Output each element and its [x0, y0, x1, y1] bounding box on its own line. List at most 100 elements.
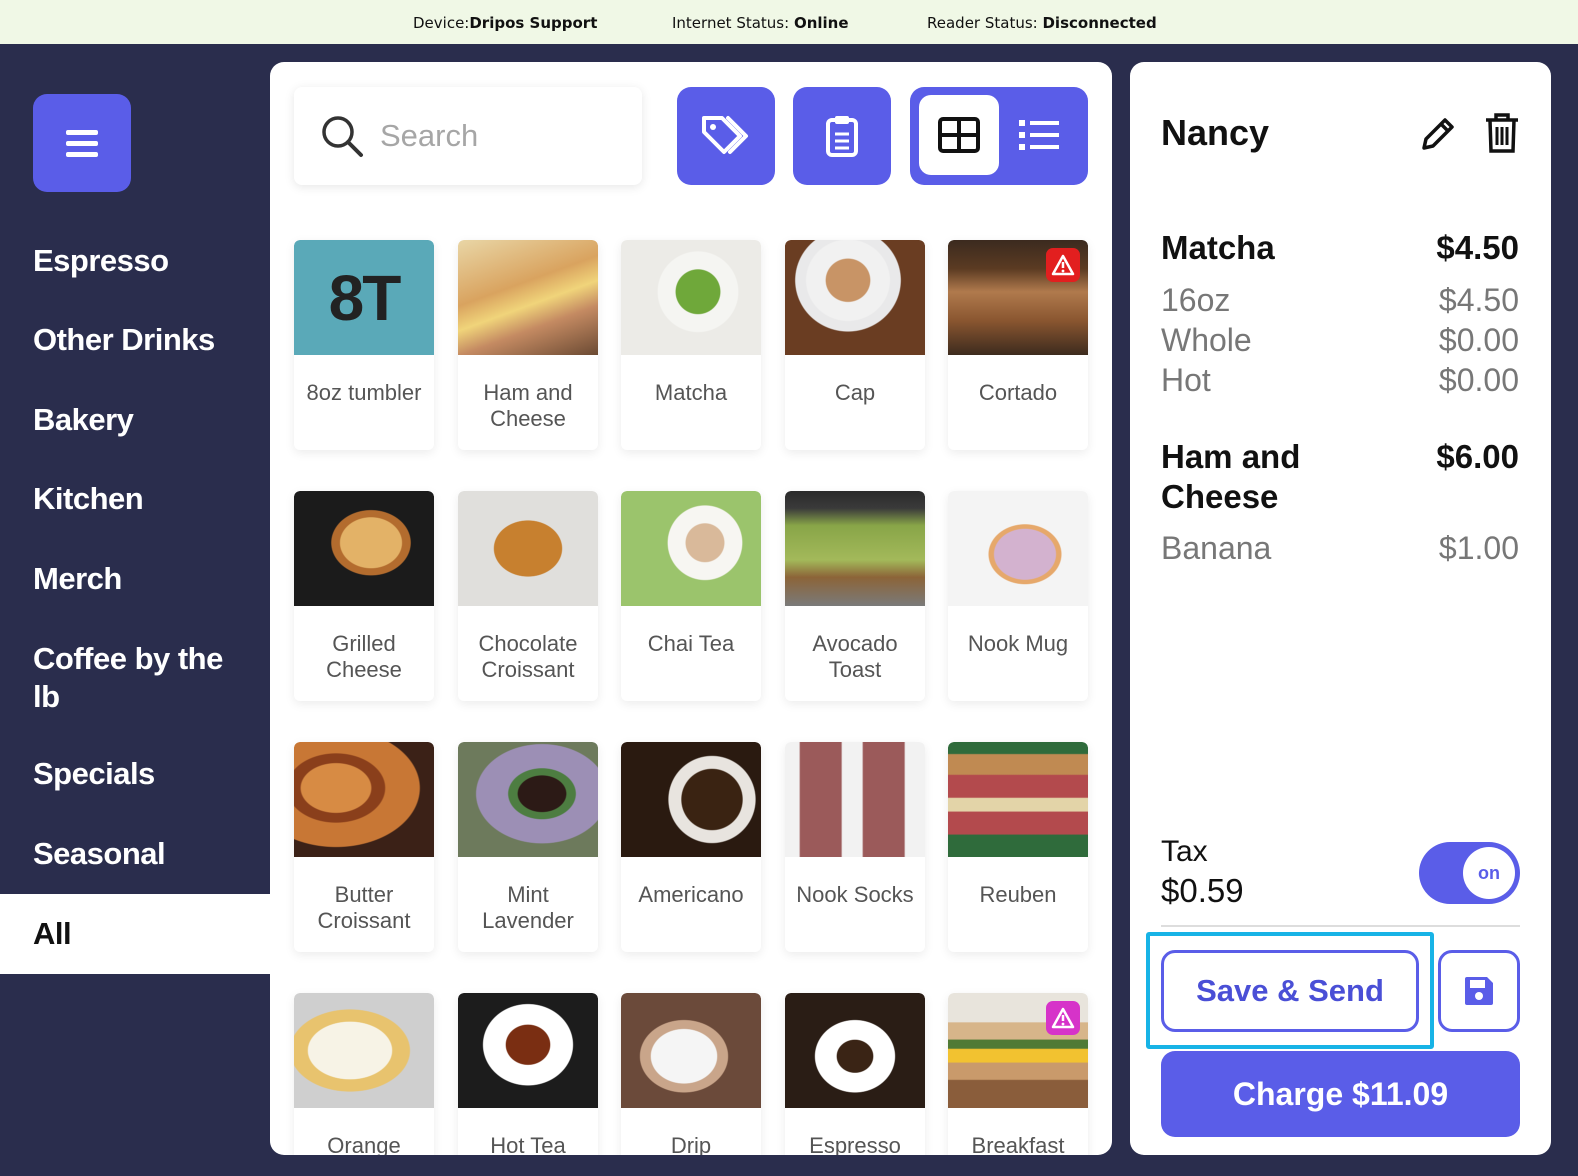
order-modifier: 16oz $4.50 — [1161, 282, 1519, 319]
category-all[interactable]: All — [0, 894, 270, 974]
category-kitchen[interactable]: Kitchen — [33, 480, 144, 518]
clipboard-button[interactable] — [793, 87, 891, 185]
order-item-price: $4.50 — [1436, 229, 1519, 266]
category-espresso[interactable]: Espresso — [33, 242, 169, 280]
product-name: Mint Lavender — [482, 882, 574, 933]
product-image-text: 8T — [328, 261, 402, 334]
list-view-button[interactable] — [999, 95, 1079, 175]
product-image — [621, 491, 761, 606]
internet-status: Internet Status: Online — [672, 14, 849, 32]
divider — [1161, 925, 1520, 927]
product-tile[interactable]: Mint Lavender — [458, 742, 598, 952]
product-name: Espresso — [809, 1133, 901, 1155]
tax-amount: $0.59 — [1161, 872, 1244, 909]
delete-button[interactable] — [1484, 112, 1520, 159]
warning-badge — [1046, 248, 1080, 282]
order-item[interactable]: Ham and Cheese $6.00 — [1161, 437, 1519, 517]
device-status: Device:Dripos Support — [413, 14, 597, 32]
floppy-disk-icon — [1465, 977, 1493, 1005]
warning-icon — [1051, 254, 1075, 276]
product-image — [458, 742, 598, 857]
order-panel: Nancy Matcha $4.50 16oz $4.50 Whole $0.0… — [1130, 62, 1551, 1155]
product-name: Ham and Cheese — [483, 380, 573, 431]
clipboard-icon — [826, 116, 858, 157]
product-name: Nook Socks — [796, 882, 914, 907]
order-item-name: Ham and Cheese — [1161, 438, 1301, 515]
product-image: 8T — [294, 240, 434, 355]
menu-icon-bar — [66, 151, 98, 157]
product-tile[interactable]: Grilled Cheese — [294, 491, 434, 701]
tax-toggle[interactable]: on — [1419, 842, 1520, 904]
product-tile[interactable]: Matcha — [621, 240, 761, 450]
product-tile[interactable]: Cap — [785, 240, 925, 450]
category-bakery[interactable]: Bakery — [33, 401, 134, 439]
product-tile[interactable]: Nook Mug — [948, 491, 1088, 701]
menu-icon-bar — [66, 140, 98, 146]
grid-view-button[interactable] — [919, 95, 999, 175]
product-name: Grilled Cheese — [326, 631, 402, 682]
product-image — [458, 491, 598, 606]
product-tile[interactable]: 8T 8oz tumbler — [294, 240, 434, 450]
search-box[interactable] — [294, 87, 642, 185]
modifier-price: $4.50 — [1438, 282, 1519, 318]
save-button[interactable] — [1438, 950, 1520, 1032]
product-tile[interactable]: Chocolate Croissant — [458, 491, 598, 701]
edit-button[interactable] — [1418, 114, 1458, 159]
product-image — [621, 993, 761, 1108]
product-tile[interactable]: Cortado — [948, 240, 1088, 450]
product-image — [785, 742, 925, 857]
menu-icon — [66, 129, 98, 135]
charge-button[interactable]: Charge $11.09 — [1161, 1051, 1520, 1137]
product-name: Americano — [638, 882, 744, 907]
reader-value: Disconnected — [1042, 14, 1157, 32]
category-other-drinks[interactable]: Other Drinks — [33, 321, 215, 359]
product-tile[interactable]: Espresso — [785, 993, 925, 1155]
hamburger-menu-button[interactable] — [33, 94, 131, 192]
tax-toggle-knob: on — [1463, 847, 1515, 899]
modifier-price: $1.00 — [1438, 530, 1519, 566]
product-image — [621, 240, 761, 355]
product-tile[interactable]: Avocado Toast — [785, 491, 925, 701]
product-name: Chocolate Croissant — [478, 631, 578, 682]
product-name: 8oz tumbler — [306, 380, 422, 405]
product-name: Matcha — [654, 380, 728, 405]
modifier-name: Whole — [1161, 322, 1252, 358]
category-merch[interactable]: Merch — [33, 560, 122, 598]
product-name: Orange — [327, 1133, 401, 1155]
discount-tag-button[interactable] — [677, 87, 775, 185]
product-image — [294, 491, 434, 606]
category-specials[interactable]: Specials — [33, 755, 155, 793]
internet-label: Internet Status: — [672, 14, 794, 32]
order-item[interactable]: Matcha $4.50 — [1161, 229, 1519, 267]
view-mode-toggle — [910, 87, 1088, 185]
search-icon — [322, 116, 363, 157]
product-tile[interactable]: Americano — [621, 742, 761, 952]
product-panel: 8T 8oz tumbler Ham and Cheese Matcha Cap… — [270, 62, 1112, 1155]
product-tile[interactable]: Reuben — [948, 742, 1088, 952]
order-modifier: Whole $0.00 — [1161, 322, 1519, 359]
order-modifier: Banana $1.00 — [1161, 530, 1519, 567]
product-tile[interactable]: Orange — [294, 993, 434, 1155]
category-coffee-by-the-lb[interactable]: Coffee by the lb — [33, 640, 253, 716]
customer-name: Nancy — [1161, 112, 1270, 153]
product-tile[interactable]: Chai Tea — [621, 491, 761, 701]
search-input[interactable] — [380, 118, 620, 154]
product-tile[interactable]: Breakfast — [948, 993, 1088, 1155]
category-seasonal[interactable]: Seasonal — [33, 835, 166, 873]
product-tile[interactable]: Butter Croissant — [294, 742, 434, 952]
product-name: Nook Mug — [967, 631, 1069, 656]
product-image — [948, 742, 1088, 857]
reader-status: Reader Status: Disconnected — [927, 14, 1157, 32]
product-image — [948, 491, 1088, 606]
save-and-send-button[interactable]: Save & Send — [1161, 950, 1419, 1032]
product-name: Cap — [834, 380, 876, 405]
product-image — [785, 993, 925, 1108]
order-item-name: Matcha — [1161, 229, 1275, 266]
modifier-price: $0.00 — [1438, 322, 1519, 358]
product-tile[interactable]: Nook Socks — [785, 742, 925, 952]
product-name: Drip — [670, 1133, 712, 1155]
modifier-name: Banana — [1161, 530, 1272, 566]
product-tile[interactable]: Ham and Cheese — [458, 240, 598, 450]
product-tile[interactable]: Hot Tea — [458, 993, 598, 1155]
product-tile[interactable]: Drip — [621, 993, 761, 1155]
